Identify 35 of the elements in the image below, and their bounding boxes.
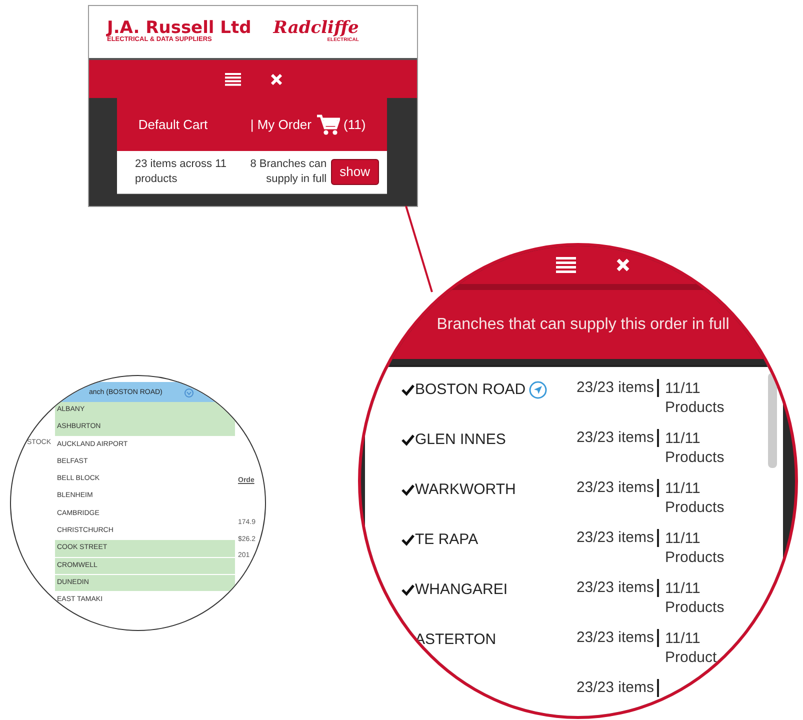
navigation-icon[interactable] xyxy=(529,381,547,400)
branch-name[interactable]: BOSTON ROAD xyxy=(415,379,526,402)
branch-name[interactable]: WARKWORTH xyxy=(415,479,516,502)
items-count: 23/23 items xyxy=(549,429,659,447)
items-summary: 23 items across 11 products xyxy=(135,157,228,187)
items-count: 23/23 items xyxy=(549,479,659,497)
cart-count: (11) xyxy=(344,116,366,134)
branch-name[interactable]: ASTERTON xyxy=(415,629,496,652)
branches-title: Branches that can supply this order in full xyxy=(436,314,730,334)
items-count: 23/23 items xyxy=(549,579,659,597)
products-count: 11/11 Products xyxy=(664,479,723,517)
branch-name[interactable]: GLEN INNES xyxy=(415,429,506,452)
products-count: 11/11 Products xyxy=(664,579,723,617)
cart-icon xyxy=(316,114,340,136)
items-count: 23/23 items xyxy=(549,379,659,397)
brand-logo-name: Radcliffe xyxy=(273,20,359,37)
items-count: 23/23 items xyxy=(549,629,659,647)
menu-icon[interactable] xyxy=(556,257,576,273)
menu-icon[interactable] xyxy=(224,72,240,86)
products-count: 11/11 Product xyxy=(664,629,718,667)
products-count: 11/11 Products xyxy=(664,529,723,567)
cart-title[interactable]: Default Cart xyxy=(138,114,208,134)
products-count: 11/11 Products xyxy=(664,429,723,467)
company-logo-name: J.A. Russell Ltd xyxy=(107,20,252,38)
branches-summary: 8 Branches can supply in full xyxy=(249,157,327,187)
show-button[interactable]: show xyxy=(330,159,379,185)
scrollbar[interactable] xyxy=(768,373,777,468)
branch-name[interactable]: TE RAPA xyxy=(415,529,478,552)
items-count: 23/23 items xyxy=(549,529,659,547)
close-icon[interactable] xyxy=(616,258,630,272)
my-order-link[interactable]: | My Order xyxy=(250,114,312,134)
products-count: 11/11 Products xyxy=(664,379,723,417)
branch-name[interactable]: WHANGAREI xyxy=(415,579,508,602)
items-count: 23/23 items xyxy=(549,679,659,697)
close-icon[interactable] xyxy=(270,74,282,84)
